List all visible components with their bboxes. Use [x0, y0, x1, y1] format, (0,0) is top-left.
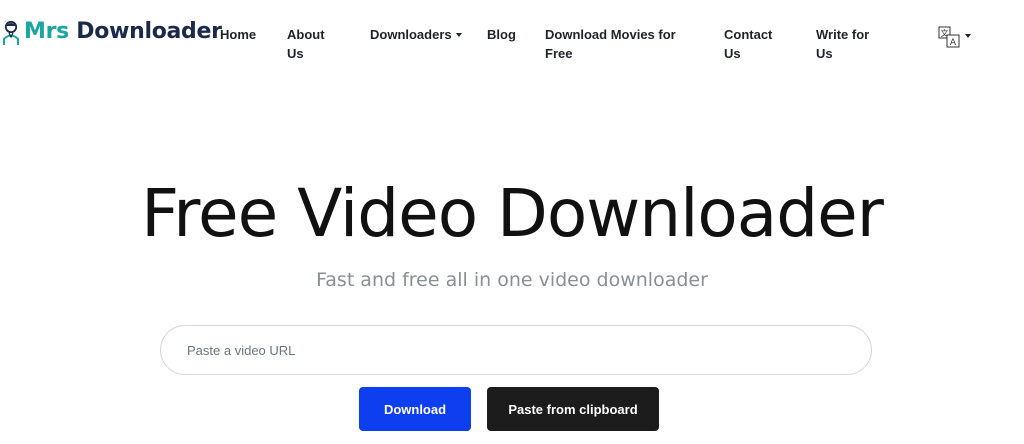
- translate-icon: 文 A: [938, 26, 960, 48]
- nav-movies-link[interactable]: Download Movies for Free: [545, 25, 685, 63]
- hero-title: Free Video Downloader: [141, 175, 884, 252]
- caret-down-icon: [455, 32, 462, 37]
- paste-from-clipboard-button[interactable]: Paste from clipboard: [487, 387, 659, 431]
- nav-write-link[interactable]: Write for Us: [816, 25, 876, 63]
- video-url-input[interactable]: [160, 325, 872, 375]
- nav-blog-link[interactable]: Blog: [487, 25, 516, 44]
- logo-text-mrs: Mrs: [24, 19, 69, 44]
- site-logo[interactable]: Mrs Downloader: [2, 18, 222, 46]
- nav-about-link[interactable]: About Us: [287, 25, 337, 63]
- woman-avatar-icon: [3, 20, 19, 45]
- language-selector[interactable]: 文 A: [938, 26, 978, 50]
- nav-contact-link[interactable]: Contact Us: [724, 25, 784, 63]
- hero-subtitle: Fast and free all in one video downloade…: [316, 269, 708, 291]
- svg-text:A: A: [950, 38, 957, 48]
- nav-home-link[interactable]: Home: [220, 25, 256, 44]
- site-header: Mrs Downloader Home About Us Downloaders…: [0, 0, 1024, 80]
- logo-text: Mrs Downloader: [24, 18, 222, 46]
- download-button[interactable]: Download: [359, 387, 471, 431]
- nav-downloaders-label: Downloaders: [370, 27, 452, 42]
- logo-text-downloader: Downloader: [76, 19, 222, 44]
- nav-downloaders-dropdown[interactable]: Downloaders: [370, 25, 462, 44]
- language-caret-down-icon: [965, 34, 971, 38]
